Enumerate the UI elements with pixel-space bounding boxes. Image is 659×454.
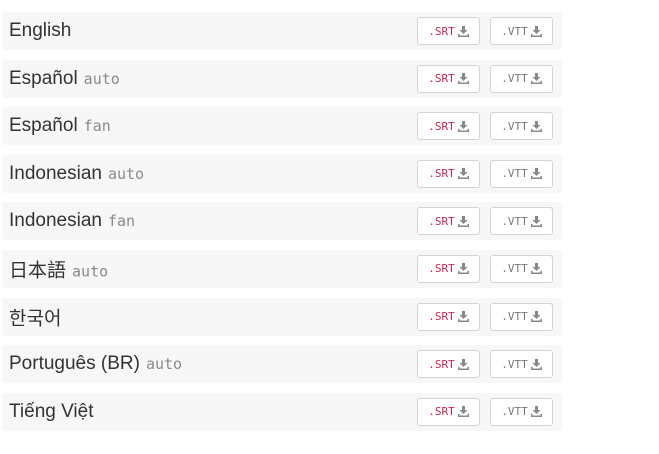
language-name: Indonesian fan [9,210,135,232]
vtt-label: .VTT [501,72,528,86]
vtt-label: .VTT [501,119,528,133]
download-icon [530,311,542,323]
download-srt-button[interactable]: .SRT [417,64,480,93]
srt-label: .SRT [428,262,455,276]
download-vtt-button[interactable]: .VTT [490,17,553,45]
subtitle-row-japanese-auto: 日本語 auto .SRT .VTT [2,249,562,288]
download-icon [457,406,469,418]
vtt-label: .VTT [501,214,528,228]
download-vtt-button[interactable]: .VTT [490,397,553,426]
subtitle-row-indonesian-fan: Indonesian fan .SRT .VTT [2,202,562,241]
download-icon [457,263,469,275]
subtitle-row-korean: 한국어 .SRT .VTT [2,297,562,336]
language-label: 한국어 [9,308,62,330]
srt-label: .SRT [428,310,455,324]
language-tag: auto [72,262,109,281]
download-icon [457,168,469,180]
download-icon [530,215,542,227]
download-srt-button[interactable]: .SRT [417,112,480,141]
language-label: Português (BR) [9,353,140,375]
vtt-label: .VTT [501,405,528,419]
download-icon [530,406,542,418]
vtt-label: .VTT [501,24,528,38]
language-name: Español fan [9,115,111,137]
download-icon [457,311,469,323]
language-name: English [9,20,77,42]
subtitle-row-english: English .SRT .VTT [2,12,562,50]
download-icon [457,73,469,85]
language-label: 日本語 [9,260,67,282]
srt-label: .SRT [428,357,455,371]
language-label: Tiếng Việt [9,400,94,422]
language-name: Indonesian auto [9,163,144,185]
subtitle-row-indonesian-auto: Indonesian auto .SRT .VTT [2,154,562,193]
language-tag: fan [83,117,111,136]
srt-label: .SRT [428,119,455,133]
download-icon [530,358,542,370]
language-tag: auto [83,69,120,88]
language-tag: auto [107,164,145,183]
language-name: Tiếng Việt [9,401,100,423]
download-vtt-button[interactable]: .VTT [490,207,553,236]
subtitle-row-vietnamese: Tiếng Việt .SRT .VTT [2,392,562,431]
language-name: Português (BR) auto [9,353,182,375]
vtt-label: .VTT [501,357,528,371]
download-vtt-button[interactable]: .VTT [490,302,553,331]
download-icon [530,25,542,37]
vtt-label: .VTT [501,310,528,324]
download-icon [530,263,542,275]
download-srt-button[interactable]: .SRT [417,17,480,45]
download-srt-button[interactable]: .SRT [417,254,480,283]
download-srt-button[interactable]: .SRT [417,302,480,331]
language-label: Español [9,115,78,137]
download-vtt-button[interactable]: .VTT [490,254,553,283]
download-icon [457,25,469,37]
srt-label: .SRT [428,214,455,228]
download-icon [457,358,469,370]
subtitle-row-espanol-auto: Español auto .SRT .VTT [2,59,562,98]
language-name: 日本語 auto [9,255,108,282]
language-name: 한국어 [9,303,67,330]
srt-label: .SRT [428,405,455,419]
language-label: Indonesian [9,210,102,232]
download-srt-button[interactable]: .SRT [417,397,480,426]
language-label: Español [9,67,78,89]
download-icon [530,120,542,132]
download-vtt-button[interactable]: .VTT [490,64,553,93]
download-icon [457,215,469,227]
vtt-label: .VTT [501,262,528,276]
language-label: English [9,20,72,41]
language-label: Indonesian [9,162,102,184]
download-icon [530,168,542,180]
srt-label: .SRT [428,24,455,38]
download-srt-button[interactable]: .SRT [417,207,480,236]
download-vtt-button[interactable]: .VTT [490,112,553,141]
vtt-label: .VTT [501,167,528,181]
download-icon [530,73,542,85]
language-tag: fan [107,212,136,231]
download-vtt-button[interactable]: .VTT [490,159,553,188]
subtitle-row-portuguese-br-auto: Português (BR) auto .SRT .VTT [2,345,562,384]
download-vtt-button[interactable]: .VTT [490,350,553,379]
download-srt-button[interactable]: .SRT [417,350,480,379]
download-srt-button[interactable]: .SRT [417,159,480,188]
language-name: Español auto [9,68,120,90]
srt-label: .SRT [428,72,455,86]
subtitle-row-espanol-fan: Español fan .SRT .VTT [2,107,562,146]
download-icon [457,120,469,132]
subtitle-list: English .SRT .VTT Español auto .SRT .VTT… [2,12,562,440]
srt-label: .SRT [428,167,455,181]
language-tag: auto [145,355,183,374]
